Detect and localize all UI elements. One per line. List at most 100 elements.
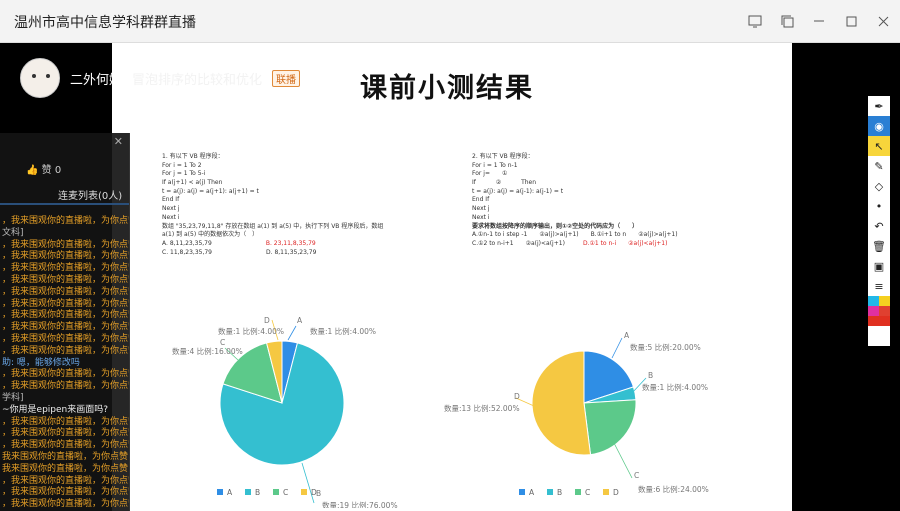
legend-swatch: [273, 489, 279, 495]
like-button[interactable]: 👍 赞 0: [26, 161, 61, 176]
q2-line: t = a(j): a(j) = a(j-1): a(j-1) = t: [472, 187, 564, 195]
legend-label: B: [557, 488, 562, 497]
legend-label: D: [311, 488, 317, 497]
chat-message: ，我来围观你的直播啦，为你点赞!: [2, 499, 130, 510]
avatar[interactable]: [20, 58, 60, 98]
slice-category-label: A: [297, 316, 303, 325]
pie-slice-C: [583, 399, 637, 456]
screen-share-icon[interactable]: [746, 12, 764, 30]
slice-category-label: D: [514, 392, 520, 401]
q1-line: a(1) 到 a(5) 中的数据依次为（ ）: [162, 231, 259, 239]
eye-icon[interactable]: ◉: [868, 116, 890, 136]
drawing-toolbar: ✒ ◉ ↖ ✎ ◇ • ↶ 🗑 ▣ ≡: [868, 96, 890, 346]
stream-topic: 冒泡排序的比较和优化: [132, 72, 263, 88]
q1-line: Next i: [162, 213, 180, 221]
slice-value-label: 数量:6 比例:24.00%: [638, 484, 709, 494]
pie-chart-q2: A数量:5 比例:20.00%B数量:1 比例:4.00%C数量:6 比例:24…: [444, 331, 709, 497]
maximize-icon[interactable]: [842, 12, 860, 30]
q2-line: For i = 1 To n-1: [472, 161, 518, 169]
slice-category-label: C: [220, 338, 225, 347]
q1-option-c: C. 11,8,23,35,79: [162, 248, 212, 256]
screenshot-icon[interactable]: ▣: [868, 256, 890, 276]
q1-line: Next j: [162, 205, 180, 213]
menu-icon[interactable]: ≡: [868, 276, 890, 296]
color-swatch-cyan-yellow[interactable]: [868, 296, 890, 306]
copy-window-icon[interactable]: [778, 12, 796, 30]
question-1: 1. 有以下 VB 程序段： For i = 1 To 2 For j = 1 …: [162, 153, 383, 257]
q1-line: 1. 有以下 VB 程序段：: [162, 153, 224, 160]
q2-line: End If: [472, 196, 490, 204]
eraser-icon[interactable]: ◇: [868, 176, 890, 196]
legend-swatch: [547, 489, 553, 495]
leader-line: [301, 462, 315, 504]
close-icon[interactable]: [874, 12, 892, 30]
undo-icon[interactable]: ↶: [868, 216, 890, 236]
slice-value-label: 数量:1 比例:4.00%: [218, 326, 284, 336]
marker-icon[interactable]: ✎: [868, 156, 890, 176]
leader-line: [613, 442, 633, 479]
streamer-info: 二外何媛 冒泡排序的比较和优化 联播: [20, 58, 301, 98]
pie-slice-D: [531, 350, 592, 456]
window-title: 温州市高中信息学科群群直播: [14, 15, 196, 31]
q2-option-c: C.①2 to n-i+1 ②a(j)<a(j+1): [472, 239, 565, 247]
q1-line: If a(j+1) < a(j) Then: [162, 179, 223, 187]
slide-title: 课前小测结果: [360, 73, 534, 104]
chat-tabs: 连麦列表(0人): [0, 183, 129, 205]
legend-swatch: [301, 489, 307, 495]
pie-chart-q1: A数量:1 比例:4.00%B数量:19 比例:76.00%C数量:4 比例:1…: [172, 316, 398, 508]
minimize-icon[interactable]: [810, 12, 828, 30]
title-bar: 温州市高中信息学科群群直播: [0, 0, 900, 43]
trash-icon[interactable]: 🗑: [868, 236, 890, 256]
dot-size-icon[interactable]: •: [868, 196, 890, 216]
legend-swatch: [575, 489, 581, 495]
color-swatch-magenta-red[interactable]: [868, 306, 890, 316]
legend-swatch: [217, 489, 223, 495]
q2-line: If ② Then: [472, 179, 537, 187]
legend-label: C: [585, 488, 590, 497]
slice-category-label: D: [264, 316, 270, 325]
legend-label: C: [283, 488, 288, 497]
legend-label: A: [227, 488, 233, 497]
slice-value-label: 数量:5 比例:20.00%: [630, 342, 701, 352]
tab-mic-list[interactable]: 连麦列表(0人): [58, 187, 122, 202]
chat-panel: ✕ 👍 赞 0 连麦列表(0人) ，我来围观你的直播啦，为你点赞! 文科] ，我来围…: [0, 133, 130, 511]
pointer-icon[interactable]: ↖: [868, 136, 890, 156]
legend-swatch: [519, 489, 525, 495]
like-count: 赞 0: [41, 165, 62, 176]
close-icon[interactable]: ✕: [114, 135, 123, 148]
q1-line: For i = 1 To 2: [162, 161, 202, 169]
q1-option-a: A. 8,11,23,35,79: [162, 239, 212, 247]
slice-value-label: 数量:4 比例:16.00%: [172, 346, 243, 356]
legend-swatch: [245, 489, 251, 495]
q2-line: Next i: [472, 213, 490, 221]
leader-line: [611, 337, 623, 359]
q2-line: For j= ①: [472, 170, 508, 178]
thumbs-up-icon: 👍: [26, 165, 39, 176]
legend-swatch: [603, 489, 609, 495]
legend-label: D: [613, 488, 619, 497]
q1-option-b: B. 23,11,8,35,79: [265, 239, 316, 247]
window-controls: [746, 12, 892, 30]
q1-line: 数组 "35,23,79,11,8" 存放在数组 a(1) 到 a(5) 中，执…: [162, 222, 384, 230]
slide-canvas: 1. 有以下 VB 程序段： For i = 1 To 2 For j = 1 …: [112, 43, 792, 511]
pen-icon[interactable]: ✒: [868, 96, 890, 116]
slice-category-label: A: [624, 331, 630, 340]
q1-line: t = a(j): a(j) = a(j+1): a(j+1) = t: [162, 187, 259, 195]
q1-option-d: D. 8,11,35,23,79: [266, 248, 317, 256]
live-tag-badge: 联播: [272, 69, 301, 87]
q2-line: Next j: [472, 205, 490, 213]
q2-line: 2. 有以下 VB 程序段：: [472, 153, 534, 160]
color-swatch-red[interactable]: [868, 316, 890, 326]
q2-line: 要求将数组按降序的顺序输出，则①②空处的代码应为（ ）: [472, 222, 639, 230]
streamer-name: 二外何媛: [70, 72, 123, 88]
q2-option-b: B.①i+1 to n ②a(j)>a(j+1): [590, 231, 678, 239]
question-2: 2. 有以下 VB 程序段： For i = 1 To n-1 For j= ①…: [472, 153, 678, 249]
legend-label: A: [529, 488, 535, 497]
slice-value-label: 数量:1 比例:4.00%: [310, 326, 376, 336]
slice-value-label: 数量:1 比例:4.00%: [642, 382, 708, 392]
q2-option-a: A.①n-1 to i step -1 ②a(j)>a(j+1): [472, 231, 579, 239]
slice-category-label: B: [648, 371, 653, 380]
q2-option-d: D.①1 to n-i ②a(j)<a(j+1): [582, 239, 668, 247]
slice-value-label: 数量:19 比例:76.00%: [322, 500, 398, 508]
q1-line: End If: [162, 196, 180, 204]
